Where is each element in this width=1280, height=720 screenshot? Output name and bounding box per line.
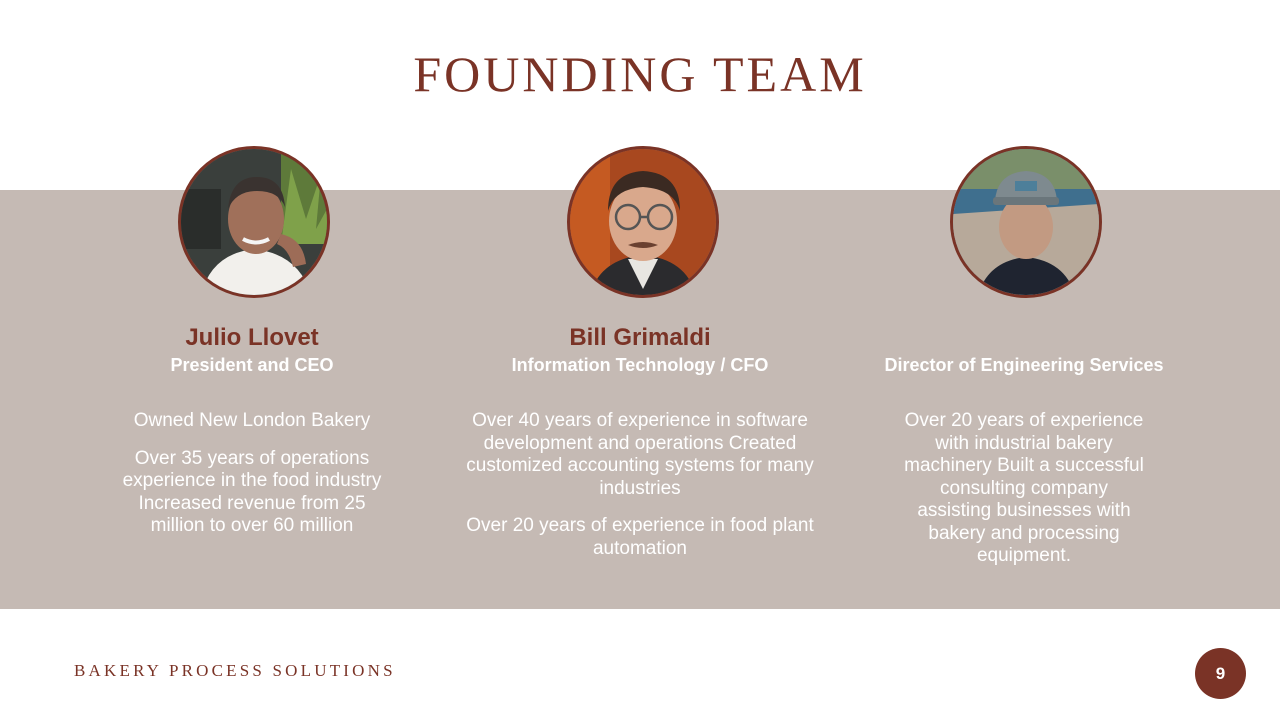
team-member-1-bio-line-2: Over 35 years of operations experience i…	[122, 447, 382, 537]
team-member-1-photo	[178, 146, 330, 298]
team-member-2-bio: Over 40 years of experience in software …	[460, 410, 820, 560]
team-member-2-bio-line-1: Over 40 years of experience in software …	[466, 410, 814, 499]
team-member-1-role: President and CEO	[170, 355, 334, 375]
team-member-2-card: Bill Grimaldi Information Technology / C…	[460, 322, 820, 575]
team-member-3-bio-line-1: Over 20 years of experience with industr…	[904, 410, 1144, 566]
portrait-2-image	[570, 149, 716, 295]
team-member-1-name: Julio Llovet	[185, 324, 319, 351]
team-member-3-role: Director of Engineering Services	[884, 355, 1164, 375]
team-member-3-bio: Over 20 years of experience with industr…	[844, 410, 1204, 568]
team-member-3-card: Director of Engineering Services Over 20…	[844, 322, 1204, 583]
team-member-1-bio-line-1: Owned New London Bakery	[133, 410, 371, 431]
team-member-1-card: Julio Llovet President and CEO Owned New…	[72, 322, 432, 553]
team-member-2-bio-line-2: Over 20 years of experience in food plan…	[466, 515, 814, 559]
team-member-3-name	[844, 322, 1204, 354]
team-member-2-photo	[567, 146, 719, 298]
team-member-2-name: Bill Grimaldi	[569, 324, 711, 351]
page-number-badge: 9	[1195, 648, 1246, 699]
team-member-3-photo	[950, 146, 1102, 298]
portrait-3-image	[953, 149, 1099, 295]
portrait-1-image	[181, 149, 327, 295]
slide-title: FOUNDING TEAM	[413, 46, 867, 102]
team-member-1-bio: Owned New London Bakery Over 35 years of…	[72, 410, 432, 538]
team-member-2-role: Information Technology / CFO	[511, 355, 769, 375]
footer-brand: BAKERY PROCESS SOLUTIONS	[74, 661, 396, 680]
